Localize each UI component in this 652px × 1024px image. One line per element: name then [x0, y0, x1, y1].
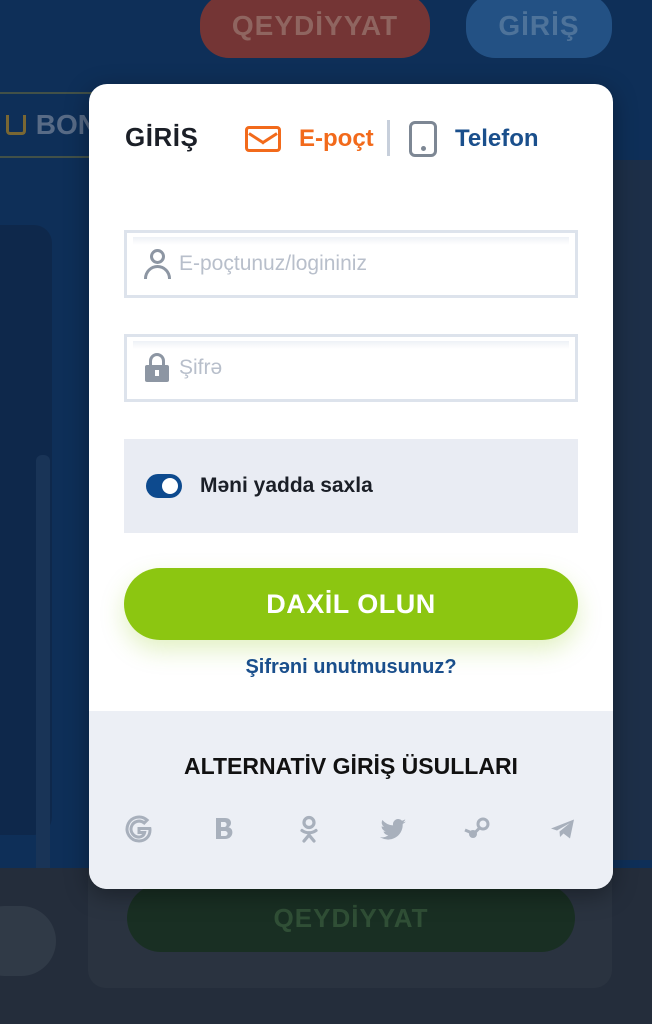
modal-title: GİRİŞ	[125, 122, 199, 152]
tab-phone-label: Telefon	[455, 125, 539, 152]
phone-icon	[409, 121, 437, 157]
remember-me[interactable]: Məni yadda saxla	[124, 439, 578, 533]
odnoklassniki-icon[interactable]	[289, 809, 329, 849]
social-login-row	[109, 809, 593, 849]
tab-email[interactable]: E-poçt	[245, 116, 374, 162]
steam-icon[interactable]	[458, 809, 498, 849]
user-icon	[143, 249, 171, 279]
remember-label: Məni yadda saxla	[200, 474, 373, 497]
alternative-login-title: ALTERNATİV GİRİŞ ÜSULLARI	[184, 753, 518, 779]
login-modal: GİRİŞ E-poçt Telefon Məni yadda saxla DA…	[89, 84, 613, 889]
telegram-icon[interactable]	[543, 809, 583, 849]
google-icon[interactable]	[119, 809, 159, 849]
tab-divider	[387, 120, 390, 156]
login-input[interactable]	[179, 233, 569, 295]
login-tabs: GİRİŞ E-poçt Telefon	[89, 84, 613, 194]
submit-button[interactable]: DAXİL OLUN	[124, 568, 578, 640]
password-input[interactable]	[179, 337, 569, 399]
remember-toggle[interactable]	[146, 474, 182, 498]
lock-icon	[145, 353, 169, 383]
forgot-password-link[interactable]: Şifrəni unutmusunuz?	[89, 656, 613, 679]
tab-email-label: E-poçt	[299, 125, 374, 152]
tab-phone[interactable]: Telefon	[409, 116, 539, 162]
alternative-login: ALTERNATİV GİRİŞ ÜSULLARI	[89, 711, 613, 889]
envelope-icon	[245, 126, 281, 152]
login-field	[124, 230, 578, 298]
password-field	[124, 334, 578, 402]
vk-icon[interactable]	[204, 809, 244, 849]
twitter-icon[interactable]	[373, 809, 413, 849]
